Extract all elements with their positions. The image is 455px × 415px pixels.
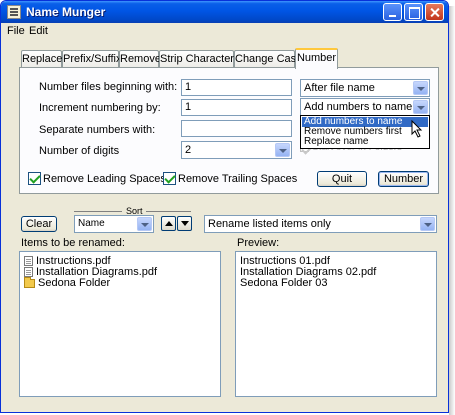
items-label: Items to be renamed: bbox=[21, 237, 125, 249]
sort-ascending-button[interactable] bbox=[161, 216, 176, 231]
remove-trailing-spaces-checkbox[interactable] bbox=[163, 172, 176, 185]
chevron-down-icon bbox=[137, 217, 152, 231]
folder-icon bbox=[24, 277, 35, 288]
tab-number[interactable]: Number bbox=[295, 48, 338, 69]
number-position-value: After file name bbox=[304, 82, 375, 94]
sort-divider-left bbox=[74, 211, 122, 212]
number-button[interactable]: Number bbox=[378, 171, 429, 187]
sort-descending-button[interactable] bbox=[177, 216, 192, 231]
sort-divider-right bbox=[146, 211, 191, 212]
tab-replace[interactable]: Replace bbox=[21, 50, 62, 68]
digits-value: 2 bbox=[185, 144, 192, 156]
rename-scope-select[interactable]: Rename listed items only bbox=[204, 215, 437, 233]
begin-number-input[interactable]: 1 bbox=[181, 79, 292, 96]
increment-input[interactable]: 1 bbox=[181, 99, 292, 116]
remove-leading-spaces-checkbox[interactable] bbox=[28, 172, 41, 185]
preview-list[interactable]: Instructions 01.pdf Installation Diagram… bbox=[235, 251, 437, 397]
menu-edit[interactable]: Edit bbox=[29, 25, 48, 37]
chevron-down-icon bbox=[413, 100, 428, 114]
menu-file[interactable]: File bbox=[7, 25, 25, 37]
tab-prefix-suffix[interactable]: Prefix/Suffix bbox=[62, 50, 122, 68]
preview-label: Preview: bbox=[237, 237, 280, 249]
window-title: Name Munger bbox=[26, 5, 106, 19]
maximize-button[interactable] bbox=[404, 3, 423, 21]
chevron-down-icon bbox=[275, 143, 290, 157]
rename-scope-value: Rename listed items only bbox=[208, 218, 331, 230]
pdf-document-icon bbox=[24, 267, 33, 277]
app-icon bbox=[7, 5, 21, 19]
tab-remove[interactable]: Remove bbox=[119, 50, 161, 68]
items-list[interactable]: Instructions.pdf Installation Diagrams.p… bbox=[19, 251, 221, 397]
increment-label: Increment numbering by: bbox=[39, 102, 161, 114]
close-button[interactable] bbox=[425, 3, 444, 21]
quit-button[interactable]: Quit bbox=[317, 171, 367, 187]
tab-change-case[interactable]: Change Case bbox=[234, 50, 302, 68]
window-shadow bbox=[449, 6, 455, 415]
sort-field-value: Name bbox=[78, 218, 105, 229]
separate-label: Separate numbers with: bbox=[39, 124, 156, 136]
minimize-button[interactable] bbox=[383, 3, 402, 21]
digits-label: Number of digits bbox=[39, 145, 120, 157]
begin-label: Number files beginning with: bbox=[39, 81, 178, 93]
tab-strip-characters[interactable]: Strip Characters bbox=[159, 50, 239, 68]
title-bar[interactable]: Name Munger bbox=[1, 1, 448, 23]
menu-bar: File Edit bbox=[1, 23, 448, 39]
preview-item: Sedona Folder 03 bbox=[240, 277, 328, 289]
number-mode-value: Add numbers to name bbox=[304, 101, 413, 113]
number-mode-select[interactable]: Add numbers to name bbox=[300, 98, 430, 116]
remove-leading-spaces-label: Remove Leading Spaces bbox=[43, 173, 166, 185]
chevron-down-icon bbox=[413, 81, 428, 95]
dropdown-option-replace-name[interactable]: Replace name bbox=[302, 137, 428, 147]
chevron-down-icon bbox=[420, 217, 435, 231]
separator-input[interactable] bbox=[181, 120, 292, 137]
clear-button[interactable]: Clear bbox=[21, 216, 57, 232]
mouse-cursor-icon bbox=[411, 120, 423, 138]
app-window: Name Munger File Edit Replace Prefix/Suf… bbox=[0, 0, 449, 413]
pdf-document-icon bbox=[24, 256, 33, 266]
digits-select[interactable]: 2 bbox=[181, 141, 292, 159]
sort-field-select[interactable]: Name bbox=[74, 215, 154, 233]
list-item[interactable]: Sedona Folder bbox=[24, 277, 110, 289]
remove-trailing-spaces-label: Remove Trailing Spaces bbox=[178, 173, 298, 185]
number-position-select[interactable]: After file name bbox=[300, 79, 430, 97]
